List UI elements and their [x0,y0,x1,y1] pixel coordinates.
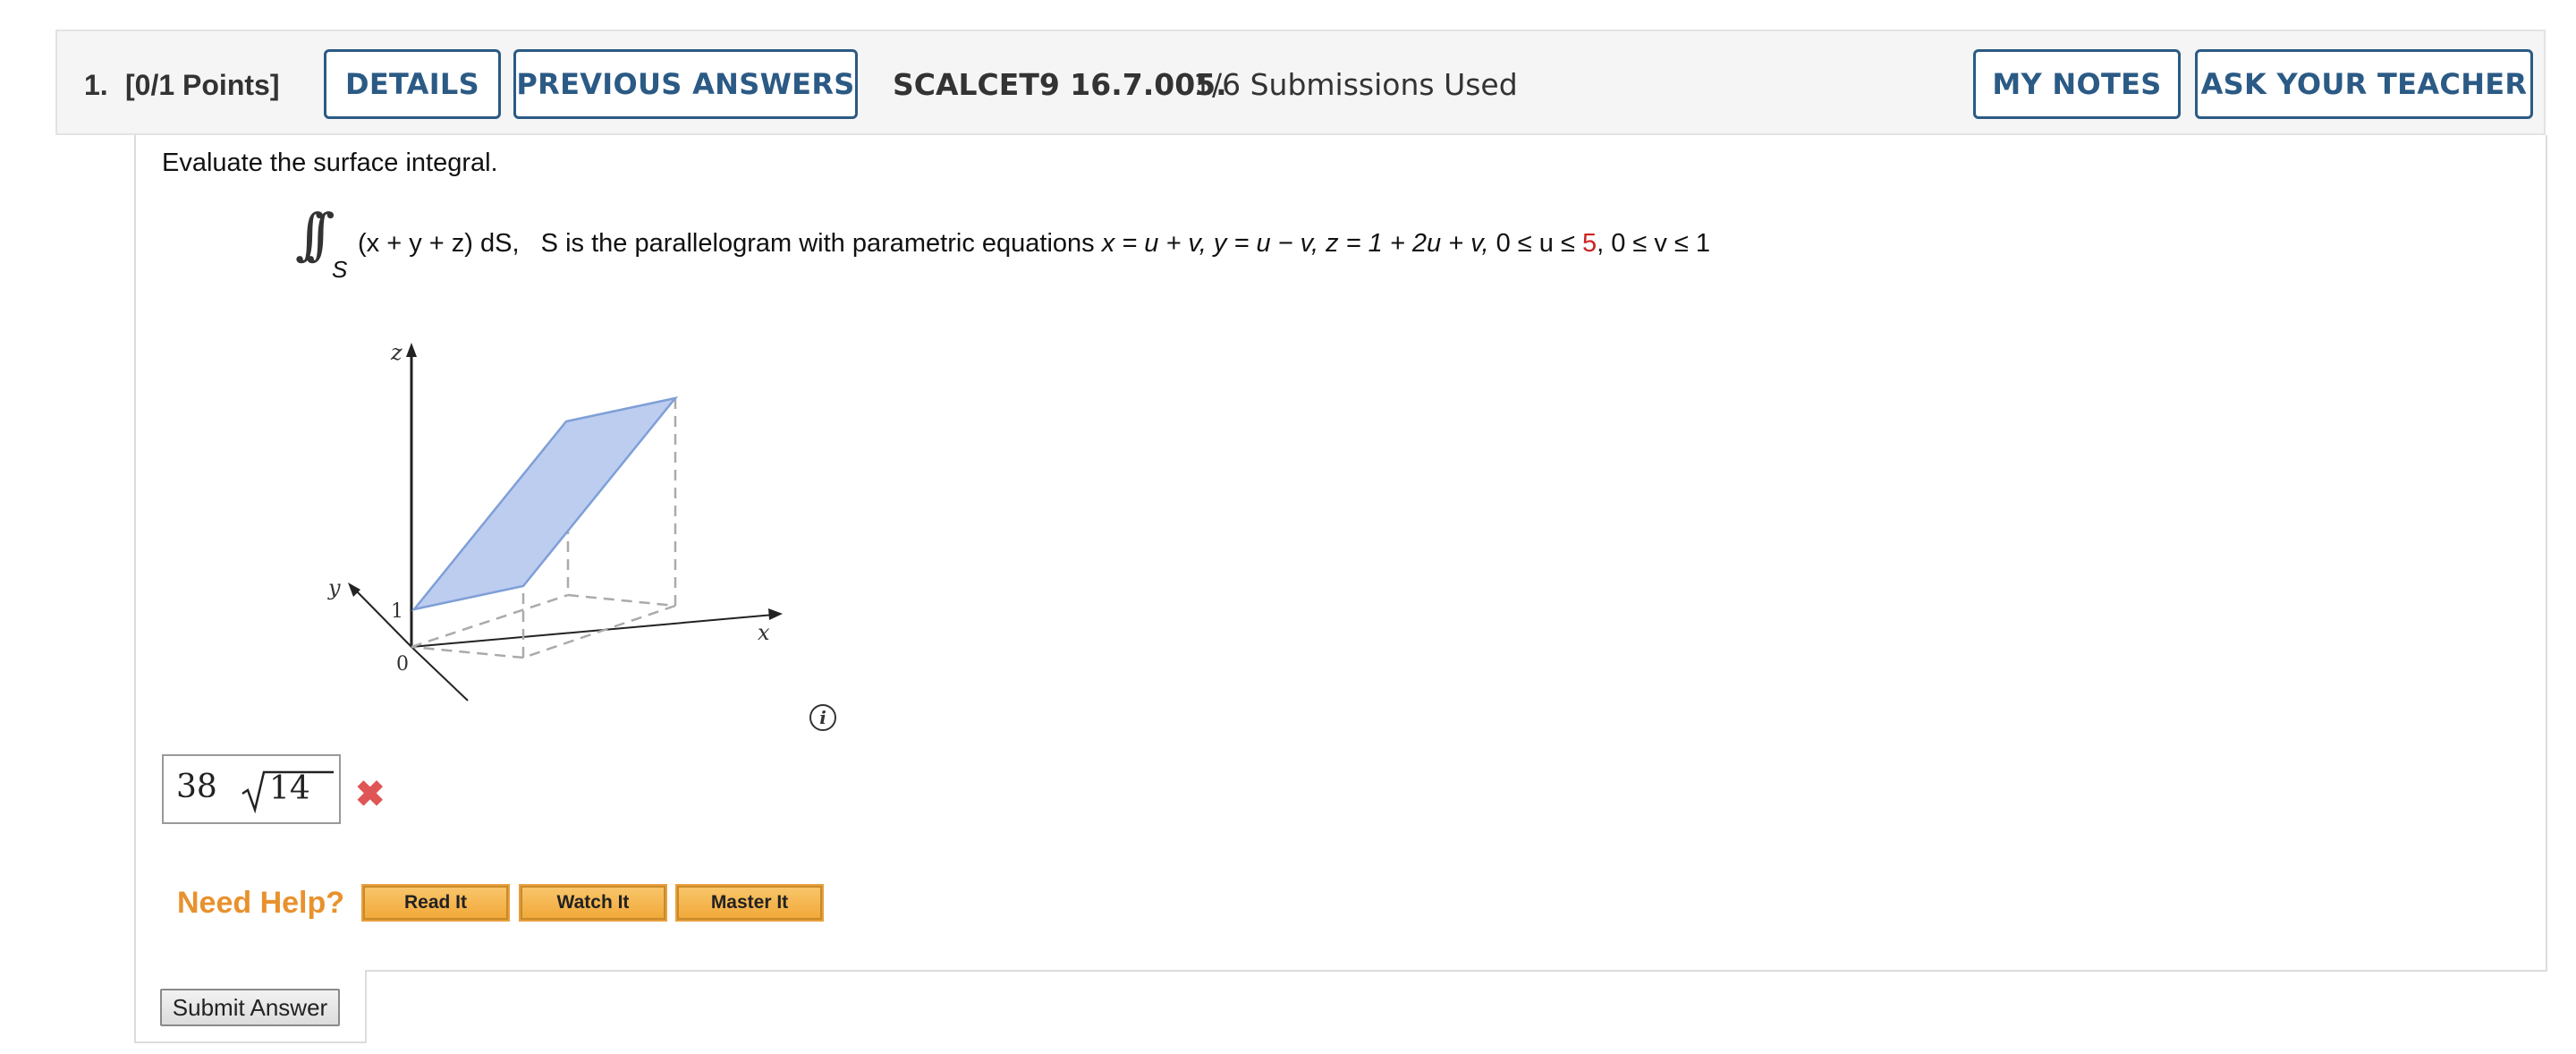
param-x: x = u + v, [1101,229,1207,258]
question-header: 1. [0/1 Points] DETAILS PREVIOUS ANSWERS… [55,30,2546,135]
u-range: 0 ≤ u ≤ [1496,229,1575,258]
submit-answer-button[interactable]: Submit Answer [160,989,340,1026]
master-it-button[interactable]: Master It [675,884,824,922]
x-axis-arrow [768,608,783,620]
x-axis-label: x [758,620,770,645]
integrand: (x + y + z) dS, [358,229,520,258]
parallelogram-figure: z y x 1 0 [318,336,801,716]
info-icon[interactable]: i [809,704,836,731]
figure-svg: z y x 1 0 [327,340,783,701]
submissions-used: 1/6 Submissions Used [1193,67,1518,102]
parallelogram-surface [411,396,679,611]
answer-radicand: 14 [269,770,310,807]
ask-your-teacher-button[interactable]: ASK YOUR TEACHER [2195,49,2533,119]
surface-description: S is the parallelogram with parametric e… [540,229,1095,258]
param-z: z = 1 + 2u + v, [1326,229,1489,258]
need-help-label: Need Help? [177,886,345,920]
u-upper-bound: 5 [1581,229,1597,258]
origin-label: 0 [396,653,409,676]
question-number: 1. [84,69,108,101]
read-it-button[interactable]: Read It [361,884,510,922]
my-notes-button[interactable]: MY NOTES [1973,49,2181,119]
y-axis-arrow [348,582,360,597]
answer-coefficient: 38 [176,769,217,805]
question-code: SCALCET9 16.7.005. [893,67,1227,102]
y-axis-label: y [327,575,341,600]
z-axis-label: z [390,340,402,365]
answer-input[interactable]: 38 14 [162,754,341,824]
question-points: [0/1 Points] [125,69,280,101]
double-integral-symbol: ∫∫ [295,201,335,267]
previous-answers-button[interactable]: PREVIOUS ANSWERS [513,49,858,119]
one-label: 1 [391,600,403,623]
integral-formula: (x + y + z) dS, S is the parallelogram w… [358,229,1710,259]
wrong-x-icon: ✖ [355,775,386,814]
details-button[interactable]: DETAILS [324,49,501,119]
question-prompt: Evaluate the surface integral. [162,149,498,177]
x-axis [411,614,775,648]
param-y: y = u − v, [1213,229,1319,258]
y-axis-negative [411,646,469,701]
watch-it-button[interactable]: Watch It [519,884,667,922]
z-axis-arrow [406,343,417,357]
v-range: , 0 ≤ v ≤ 1 [1597,229,1711,258]
integral-subscript: S [332,256,348,283]
